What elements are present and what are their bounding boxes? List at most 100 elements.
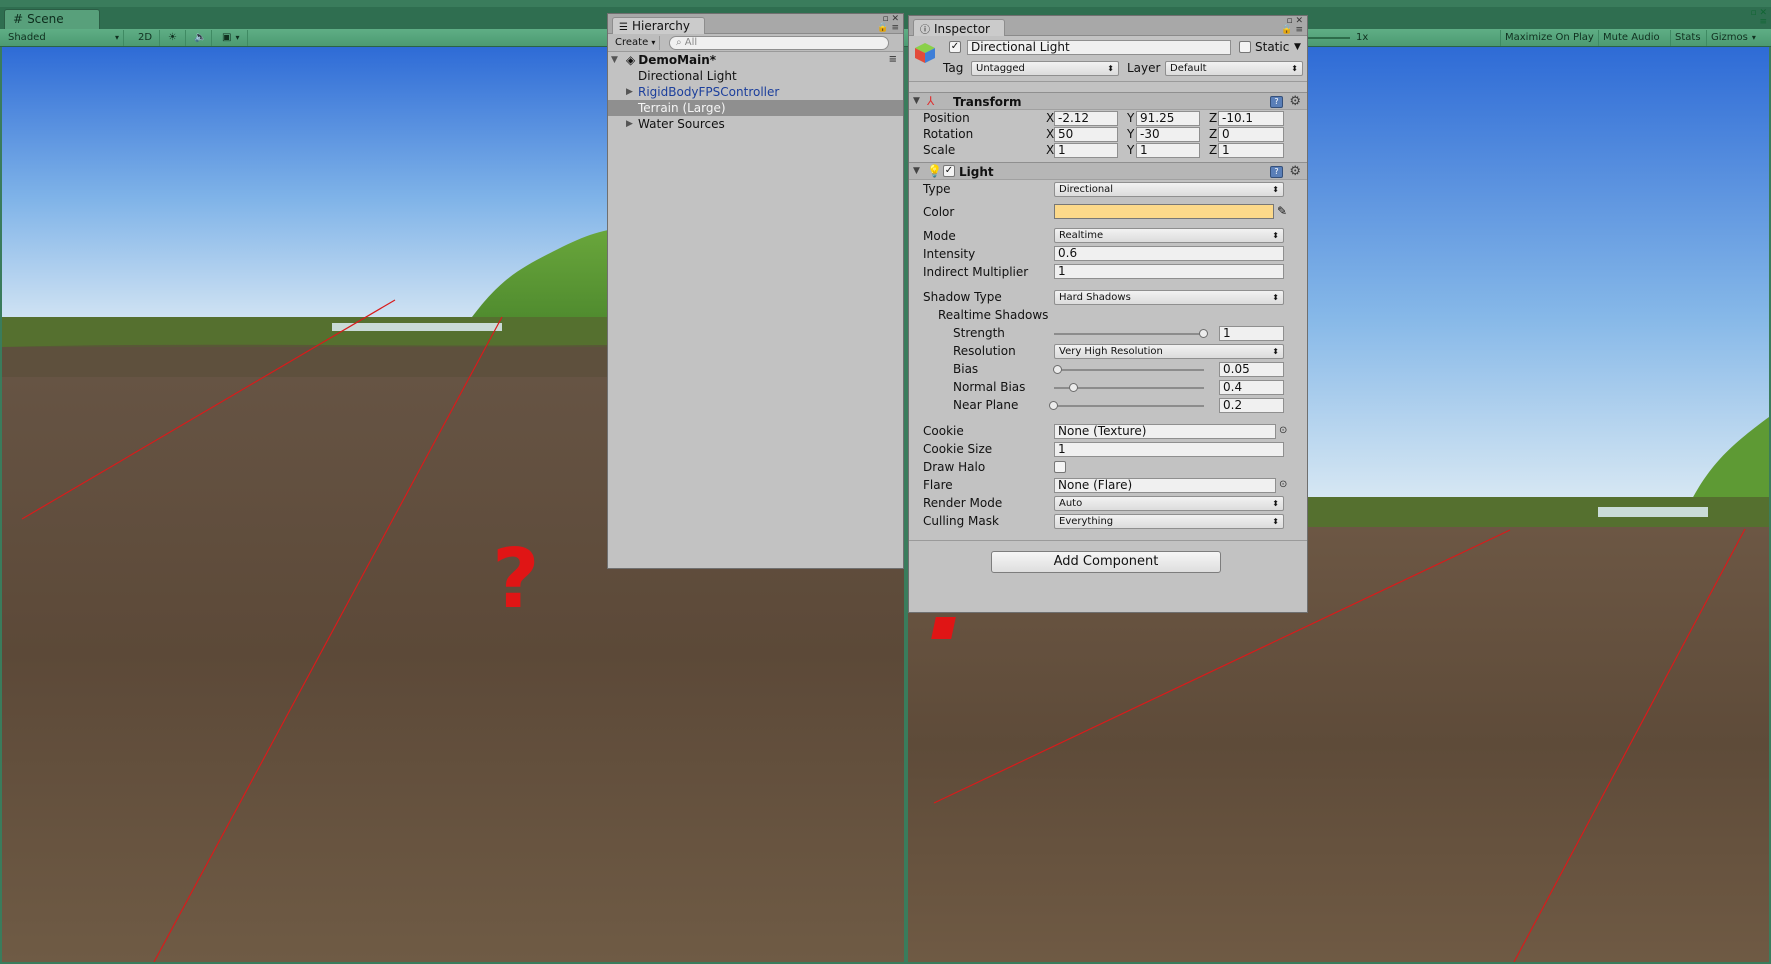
- rotation-y-field[interactable]: -30: [1136, 127, 1200, 142]
- near-plane-slider-track[interactable]: [1054, 405, 1204, 407]
- lighting-toggle-icon[interactable]: ☀: [164, 30, 186, 46]
- position-x-field[interactable]: -2.12: [1054, 111, 1118, 126]
- shadow-type-dropdown[interactable]: Hard Shadows ⬍: [1054, 290, 1284, 305]
- rotation-z-field[interactable]: 0: [1218, 127, 1284, 142]
- tab-hierarchy[interactable]: ☰ Hierarchy: [612, 17, 705, 34]
- eyedropper-icon[interactable]: ✎: [1277, 204, 1287, 218]
- mute-audio-toggle[interactable]: Mute Audio: [1598, 30, 1664, 46]
- transform-component-header[interactable]: ▼ ⅄ Transform ? ⚙: [909, 92, 1307, 110]
- add-component-button[interactable]: Add Component: [991, 551, 1221, 573]
- realtime-shadows-label: Realtime Shadows: [938, 308, 1049, 322]
- axis-z-label: Z: [1209, 127, 1218, 141]
- normal-bias-slider-thumb[interactable]: [1068, 383, 1078, 392]
- object-picker-icon[interactable]: ⊙: [1279, 425, 1287, 436]
- inspector-tab-row: ⓘ Inspector ▫ ✕ 🔒 ≡: [909, 16, 1307, 36]
- resolution-value: Very High Resolution: [1059, 346, 1163, 357]
- mode-dropdown[interactable]: Realtime ⬍: [1054, 228, 1284, 243]
- object-picker-icon[interactable]: ⊙: [1279, 479, 1287, 490]
- gizmos-dropdown[interactable]: Gizmos ▾: [1706, 30, 1769, 46]
- light-component-header[interactable]: ▼ 💡 ✓ Light ? ⚙: [909, 162, 1307, 180]
- resolution-label: Resolution: [953, 344, 1016, 358]
- scale-y-field[interactable]: 1: [1136, 143, 1200, 158]
- list-item-label: Water Sources: [638, 117, 725, 131]
- resolution-dropdown[interactable]: Very High Resolution ⬍: [1054, 344, 1284, 359]
- light-enabled-checkbox[interactable]: ✓: [943, 165, 955, 177]
- list-icon: ☰: [619, 22, 628, 33]
- intensity-field[interactable]: 0.6: [1054, 246, 1284, 261]
- hierarchy-window: ☰ Hierarchy ▫ ✕ 🔒 ≡ Create ▾ ⌕ All ▼ ◈ Demo…: [607, 13, 904, 569]
- add-component-area: Add Component: [909, 540, 1307, 610]
- fold-open-icon: ▼: [611, 55, 618, 65]
- list-item[interactable]: ▶ Water Sources: [608, 116, 903, 132]
- strength-slider-thumb[interactable]: [1199, 329, 1208, 338]
- draw-halo-checkbox[interactable]: [1054, 461, 1066, 473]
- audio-toggle-icon[interactable]: 🔈: [190, 30, 212, 46]
- position-y-field[interactable]: 91.25: [1136, 111, 1200, 126]
- chevron-down-icon: ▾: [651, 38, 656, 47]
- strength-slider-track[interactable]: [1054, 333, 1204, 335]
- axis-y-label: Y: [1127, 111, 1135, 125]
- chevron-down-icon[interactable]: ▼: [1294, 40, 1301, 54]
- layer-value: Default: [1170, 63, 1207, 74]
- color-swatch[interactable]: [1054, 204, 1274, 219]
- normal-bias-field[interactable]: 0.4: [1219, 380, 1284, 395]
- flare-object-field[interactable]: None (Flare): [1054, 478, 1276, 493]
- dropdown-arrow-icon: ⬍: [1272, 185, 1279, 194]
- help-book-icon[interactable]: ?: [1270, 166, 1283, 178]
- normal-bias-label: Normal Bias: [953, 380, 1026, 394]
- near-plane-label: Near Plane: [953, 398, 1019, 412]
- window-controls[interactable]: ▫ ✕ ≡: [1750, 9, 1767, 27]
- cookie-object-field[interactable]: None (Texture): [1054, 424, 1276, 439]
- gear-icon[interactable]: ⚙: [1289, 94, 1301, 109]
- cookie-size-field[interactable]: 1: [1054, 442, 1284, 457]
- near-plane-field[interactable]: 0.2: [1219, 398, 1284, 413]
- scale-z-field[interactable]: 1: [1218, 143, 1284, 158]
- layer-dropdown[interactable]: Default ⬍: [1165, 61, 1303, 76]
- position-z-field[interactable]: -10.1: [1218, 111, 1284, 126]
- type-value: Directional: [1059, 184, 1114, 195]
- fold-closed-icon[interactable]: ▶: [626, 116, 633, 132]
- list-item-label: Directional Light: [638, 69, 737, 83]
- help-book-icon[interactable]: ?: [1270, 96, 1283, 108]
- bias-slider-track[interactable]: [1054, 369, 1204, 371]
- stats-toggle[interactable]: Stats: [1670, 30, 1705, 46]
- list-item[interactable]: Directional Light: [608, 68, 903, 84]
- maximize-on-play-toggle[interactable]: Maximize On Play: [1500, 30, 1598, 46]
- effects-dropdown-icon[interactable]: ▣ ▾: [218, 30, 248, 46]
- render-mode-dropdown[interactable]: Auto ⬍: [1054, 496, 1284, 511]
- scene-root-row[interactable]: ▼ ◈ DemoMain* ≡: [608, 52, 903, 68]
- inspector-window-controls[interactable]: ▫ ✕ 🔒 ≡: [1281, 17, 1303, 35]
- menu-icon[interactable]: ≡: [889, 52, 897, 68]
- list-item[interactable]: ▶ RigidBodyFPSController: [608, 84, 903, 100]
- dropdown-arrow-icon: ⬍: [1272, 499, 1279, 508]
- light-body: Type Directional ⬍ Color ✎ Mode Realtime ⬍…: [909, 180, 1307, 540]
- indirect-multiplier-field[interactable]: 1: [1054, 264, 1284, 279]
- tab-inspector[interactable]: ⓘ Inspector: [913, 19, 1005, 36]
- hierarchy-search-input[interactable]: ⌕ All: [669, 36, 889, 50]
- bias-slider-thumb[interactable]: [1052, 365, 1062, 374]
- bias-field[interactable]: 0.05: [1219, 362, 1284, 377]
- static-checkbox[interactable]: [1239, 41, 1251, 53]
- culling-mask-dropdown[interactable]: Everything ⬍: [1054, 514, 1284, 529]
- list-item[interactable]: Terrain (Large): [608, 100, 903, 116]
- create-dropdown[interactable]: Create ▾: [611, 36, 661, 50]
- dropdown-arrow-icon: ⬍: [1272, 293, 1279, 302]
- scale-x-field[interactable]: 1: [1054, 143, 1118, 158]
- scale-label: Scale: [923, 143, 956, 157]
- shading-mode-label: Shaded: [8, 32, 46, 43]
- hierarchy-window-controls[interactable]: ▫ ✕ 🔒 ≡: [877, 15, 899, 33]
- near-plane-slider-thumb[interactable]: [1049, 401, 1058, 410]
- toggle-2d-button[interactable]: 2D: [134, 30, 160, 46]
- culling-mask-value: Everything: [1059, 516, 1114, 527]
- rotation-x-field[interactable]: 50: [1054, 127, 1118, 142]
- active-checkbox[interactable]: ✓: [949, 41, 961, 53]
- type-dropdown[interactable]: Directional ⬍: [1054, 182, 1284, 197]
- tab-scene[interactable]: # Scene: [4, 9, 100, 29]
- mode-label: Mode: [923, 229, 956, 243]
- fold-closed-icon[interactable]: ▶: [626, 84, 633, 100]
- gear-icon[interactable]: ⚙: [1289, 164, 1301, 179]
- tag-dropdown[interactable]: Untagged ⬍: [971, 61, 1119, 76]
- shading-mode-dropdown[interactable]: Shaded ▾: [4, 30, 124, 46]
- strength-field[interactable]: 1: [1219, 326, 1284, 341]
- object-name-field[interactable]: Directional Light: [967, 40, 1231, 55]
